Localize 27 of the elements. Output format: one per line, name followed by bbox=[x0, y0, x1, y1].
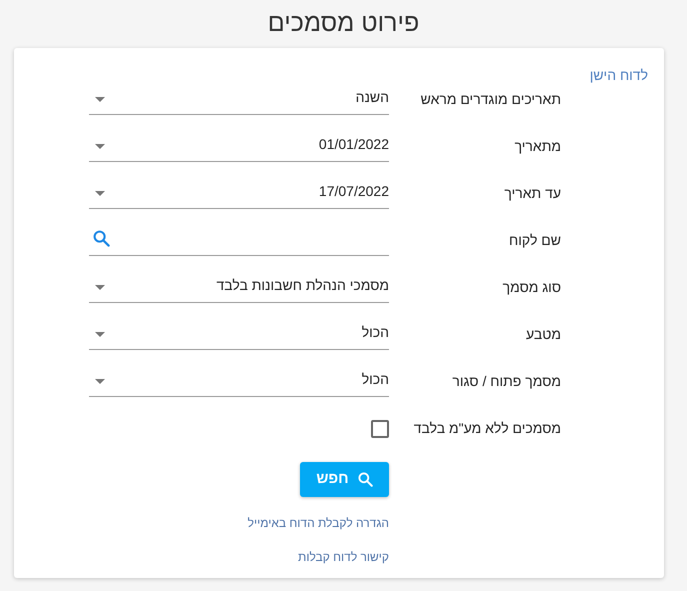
dropdown-field[interactable]: השנה bbox=[89, 77, 389, 115]
dropdown-caret-icon bbox=[95, 332, 105, 337]
search-icon[interactable] bbox=[93, 230, 110, 247]
field-label: מטבע bbox=[525, 325, 562, 344]
field-label: מסמך פתוח / סגור bbox=[451, 372, 562, 391]
report-link[interactable]: קישור לדוח קבלות bbox=[298, 548, 389, 566]
dropdown-caret-icon bbox=[95, 285, 105, 290]
field-label: תאריכים מוגדרים מראש bbox=[420, 90, 562, 109]
old-report-link[interactable]: לדוח הישן bbox=[590, 67, 648, 83]
field-label: סוג מסמך bbox=[502, 278, 562, 297]
dropdown-caret-icon bbox=[95, 191, 105, 196]
dropdown-caret-icon bbox=[95, 144, 105, 149]
dropdown-field[interactable]: הכול bbox=[89, 312, 389, 350]
field-label: מתאריך bbox=[514, 137, 562, 156]
dropdown-field[interactable]: 17/07/2022 bbox=[89, 171, 389, 209]
field-label: עד תאריך bbox=[503, 184, 562, 203]
page-title: פירוט מסמכים bbox=[266, 8, 420, 39]
report-link[interactable]: הגדרה לקבלת הדוח באימייל bbox=[248, 514, 389, 532]
field-label: מסמכים ללא מע"מ בלבד bbox=[412, 419, 562, 438]
dropdown-field[interactable]: מסמכי הנהלת חשבונות בלבד bbox=[89, 265, 389, 303]
field-label: שם לקוח bbox=[508, 231, 562, 250]
dropdown-caret-icon bbox=[95, 379, 105, 384]
dropdown-field[interactable]: 01/01/2022 bbox=[89, 124, 389, 162]
dropdown-field[interactable]: הכול bbox=[89, 359, 389, 397]
dropdown-caret-icon bbox=[95, 97, 105, 102]
search-icon bbox=[358, 472, 373, 487]
checkbox[interactable] bbox=[371, 420, 389, 438]
